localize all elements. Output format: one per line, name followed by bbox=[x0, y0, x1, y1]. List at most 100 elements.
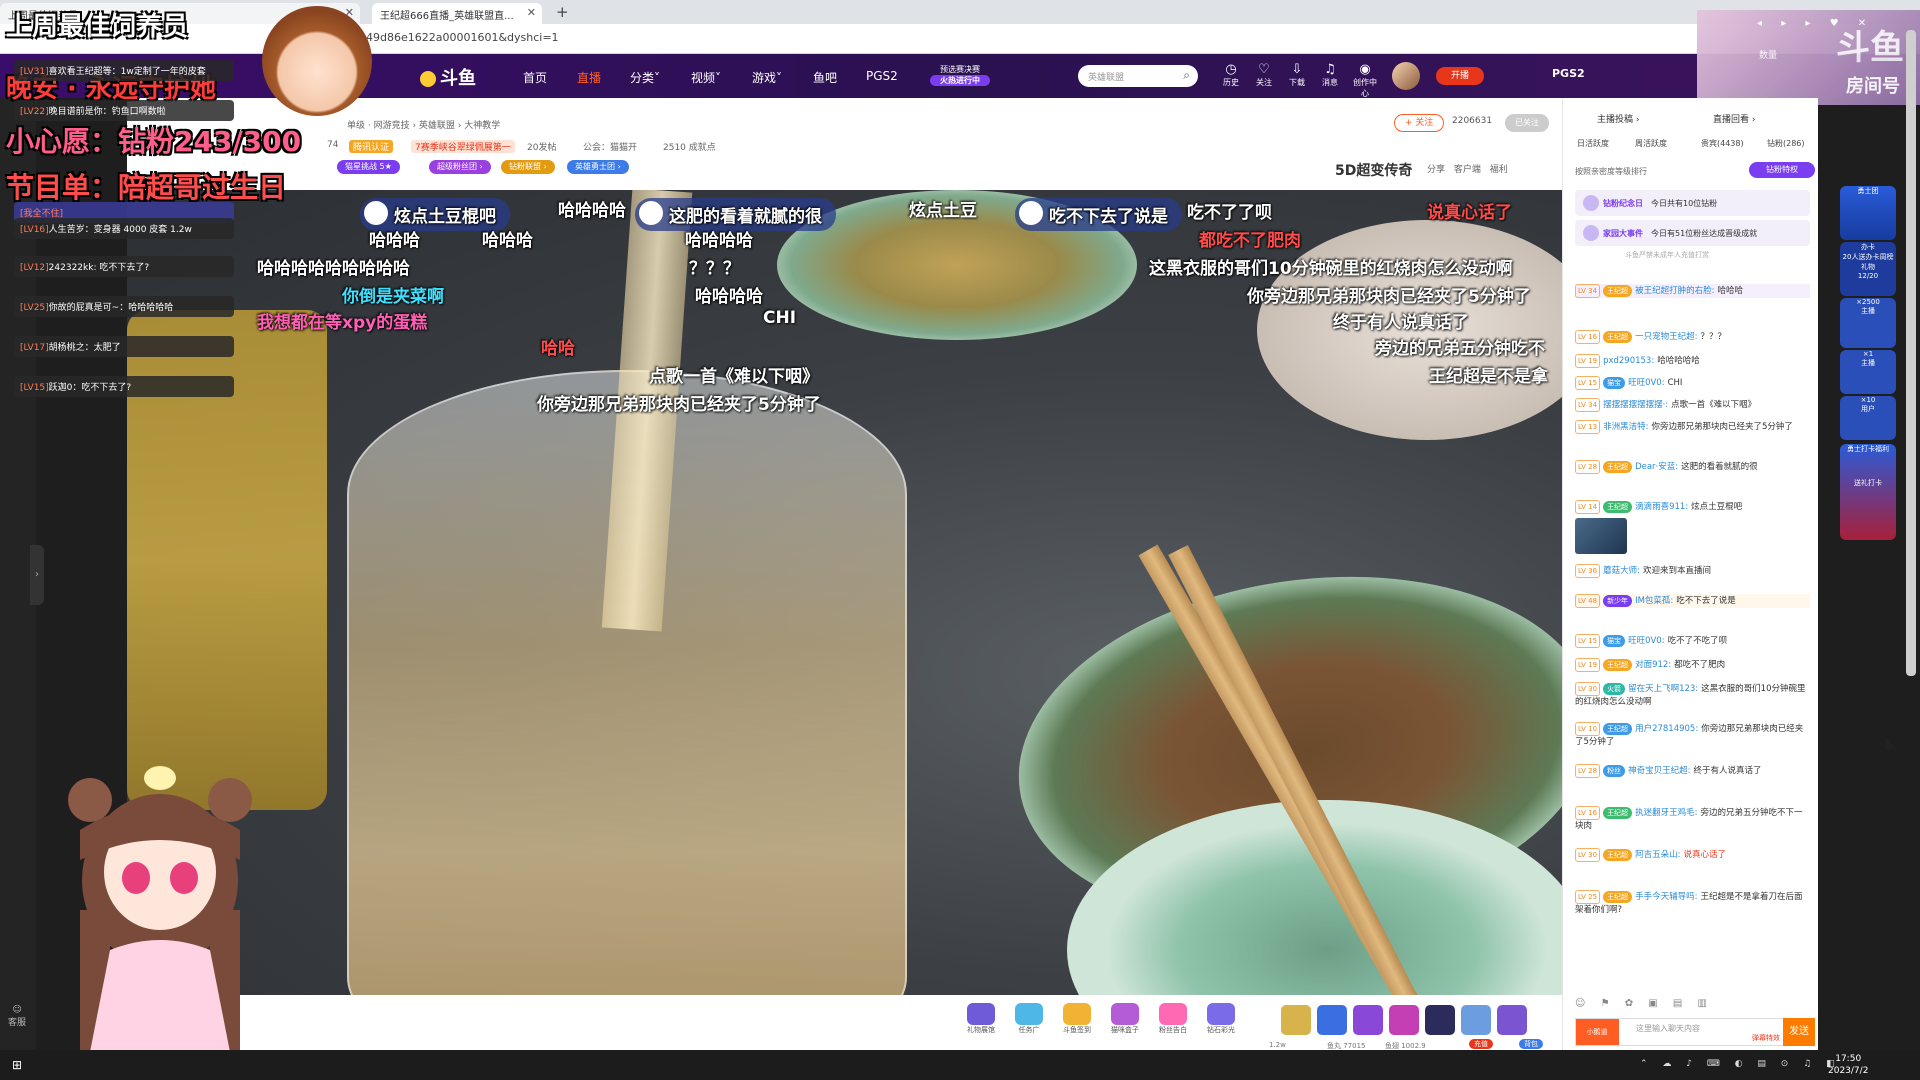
creator-button[interactable]: ◉ 创作中心 bbox=[1350, 62, 1380, 99]
gift-item[interactable]: 任务广 bbox=[1009, 1003, 1049, 1039]
checkin-badge[interactable]: 勇士打卡福利 送礼打卡 bbox=[1840, 444, 1896, 540]
diamond-fan-pill[interactable]: 钻粉联盟 › bbox=[501, 160, 555, 174]
history-button[interactable]: ◷ 历史 bbox=[1216, 62, 1246, 88]
windows-start-icon[interactable]: ⊞ bbox=[12, 1058, 22, 1072]
overlay-chat-item: [LV31]喜欢看王纪超等：1w定制了一年的皮套 bbox=[14, 60, 234, 81]
page-scrollbar[interactable] bbox=[1906, 30, 1916, 676]
chat-message: LV 10 王纪超 用户27814905: 你旁边那兄弟那块肉已经夹了5分钟了 bbox=[1575, 722, 1804, 747]
gift-icon[interactable] bbox=[1317, 1005, 1347, 1035]
user-avatar[interactable] bbox=[1392, 62, 1420, 90]
heart-icon: ♡ bbox=[1258, 62, 1270, 77]
gift-icon[interactable] bbox=[1389, 1005, 1419, 1035]
notice-event[interactable]: 家园大事件 今日有51位粉丝达成晋级成就 bbox=[1575, 220, 1810, 246]
system-tray-icons[interactable]: ⌃ ☁ ♪ ⌨ ◐ ▤ ⊙ ♫ ◧ bbox=[1640, 1059, 1841, 1069]
breadcrumb[interactable]: 单级 · 网游竞技 › 英雄联盟 › 大神教学 bbox=[347, 118, 500, 131]
chat-sticker-image bbox=[1575, 518, 1627, 554]
tab-anchor-posts[interactable]: 主播投稿 › bbox=[1597, 112, 1639, 125]
sidebar-toggle[interactable]: › bbox=[30, 545, 44, 605]
search-input[interactable]: 英雄联盟 ⌕ bbox=[1078, 65, 1198, 87]
share-tools[interactable]: 分享 客户端 福利 bbox=[1427, 162, 1508, 175]
followed-tag[interactable]: 已关注 bbox=[1505, 114, 1549, 132]
tab-replays[interactable]: 直播回看 › bbox=[1713, 112, 1755, 125]
achievement-points[interactable]: 2510 成就点 bbox=[663, 140, 716, 153]
close-icon[interactable]: ✕ bbox=[527, 6, 536, 19]
rank-badge-3[interactable]: ×10 用户 bbox=[1840, 396, 1896, 440]
browser-tab-2[interactable]: 王纪超666直播_英雄联盟直... ✕ bbox=[372, 3, 542, 24]
customer-service-button[interactable]: ☺ 客服 bbox=[8, 1005, 26, 1028]
gift-item[interactable]: 斗鱼签到 bbox=[1057, 1003, 1097, 1039]
warrior-group-badge[interactable]: 勇士团 bbox=[1840, 186, 1896, 240]
danmu-item: 我想都在等xpy的蛋糕 bbox=[257, 313, 428, 333]
pgs2-logo[interactable]: PGS2 bbox=[1552, 67, 1585, 80]
start-stream-button[interactable]: 开播 bbox=[1436, 67, 1484, 85]
overlay-wish: 小心愿：钻粉243/300 bbox=[6, 125, 302, 158]
nav-game[interactable]: 游戏˅ bbox=[752, 69, 782, 86]
gift-item[interactable]: 粉丝告白 bbox=[1153, 1003, 1193, 1039]
send-button[interactable]: 发送 bbox=[1783, 1018, 1815, 1046]
gift-icon[interactable] bbox=[1353, 1005, 1383, 1035]
tab-daily-rank[interactable]: 日活跃度 bbox=[1577, 138, 1609, 149]
gift-item[interactable]: 猫咪盒子 bbox=[1105, 1003, 1145, 1039]
chat-message: LV 28 粉丝 神奇宝贝王纪超: 终于有人说真话了 bbox=[1575, 764, 1810, 778]
fanclub-pill[interactable]: 超级粉丝团 › bbox=[429, 160, 491, 174]
recharge-button[interactable]: 充值 bbox=[1469, 1039, 1493, 1049]
overlay-chat-item: [LV17]胡杨桃之：太肥了 bbox=[14, 336, 234, 357]
notice-anniversary[interactable]: 钻粉纪念日 今日共有10位钻粉 bbox=[1575, 190, 1810, 216]
danmu-item: 哈哈 bbox=[541, 339, 575, 359]
nav-category[interactable]: 分类˅ bbox=[630, 69, 660, 86]
video-player[interactable]: 炫点土豆棍吧 这肥的看着就腻的很 吃不下去了说是 哈哈哈哈 炫点土豆 吃不了了呗… bbox=[127, 190, 1562, 995]
chat-message: LV 19 pxd290153: 哈哈哈哈哈 bbox=[1575, 354, 1810, 368]
tab-vip[interactable]: 贵宾(4438) bbox=[1701, 138, 1744, 149]
chat-input[interactable]: 这里输入聊天内容 弹幕特效 bbox=[1575, 1018, 1785, 1046]
promo-badge[interactable]: 预选赛决赛 火热进行中 bbox=[930, 64, 990, 86]
giftbar-stat: 1.2w bbox=[1269, 1041, 1286, 1049]
site-logo[interactable]: 斗鱼 bbox=[420, 64, 476, 90]
nav-live[interactable]: 直播 bbox=[577, 69, 601, 86]
follow-button[interactable]: + 关注 bbox=[1394, 114, 1444, 132]
corner-label: 数量 bbox=[1759, 51, 1778, 61]
backpack-button[interactable]: 背包 bbox=[1519, 1039, 1543, 1049]
gift-icon[interactable] bbox=[1425, 1005, 1455, 1035]
danmu-item: 哈哈哈哈 bbox=[685, 231, 753, 251]
vtuber-avatar-image bbox=[68, 766, 252, 1052]
danmu-item: ？？？ bbox=[689, 259, 740, 279]
rank-badge-1[interactable]: ×2500 主播 bbox=[1840, 298, 1896, 348]
message-button[interactable]: ♫ 消息 bbox=[1315, 62, 1345, 88]
danmu-item: CHI bbox=[763, 308, 797, 328]
chat-message: LV 25 王纪超 手手今天辅导吗: 王纪超是不是拿着刀在后面架着你们啊? bbox=[1575, 890, 1803, 915]
overlay-program: 节目单：陪超哥过生日 bbox=[6, 171, 287, 204]
card-badge[interactable]: 办卡 20人送办卡周榜礼物 12/20 bbox=[1840, 242, 1896, 296]
rank-badge-2[interactable]: ×1 主播 bbox=[1840, 350, 1896, 394]
system-clock[interactable]: 17:50 2023/7/2 bbox=[1828, 1053, 1868, 1077]
posts-count[interactable]: 20发帖 bbox=[527, 140, 556, 153]
certified-badge: 腾讯认证 bbox=[349, 140, 394, 153]
warrior-group-pill[interactable]: 英雄勇士团 › bbox=[567, 160, 629, 174]
gift-icon[interactable] bbox=[1461, 1005, 1491, 1035]
follow-button[interactable]: ♡ 关注 bbox=[1249, 62, 1279, 88]
danmu-item: 你倒是夹菜啊 bbox=[342, 287, 444, 307]
gift-item[interactable]: 礼物展馆 bbox=[961, 1003, 1001, 1039]
search-icon[interactable]: ⌕ bbox=[1183, 68, 1190, 83]
rank-badge[interactable]: 7赛季峡谷翠绿佩展第一 bbox=[411, 140, 515, 153]
nav-yuba[interactable]: 鱼吧 bbox=[813, 69, 837, 86]
gift-item[interactable]: 钻石彩光 bbox=[1201, 1003, 1241, 1039]
nav-home[interactable]: 首页 bbox=[523, 69, 547, 86]
stream-stat: 74 bbox=[327, 140, 339, 150]
tab-weekly-rank[interactable]: 周活跃度 bbox=[1635, 138, 1667, 149]
danmu-item: 这黑衣服的哥们10分钟碗里的红烧肉怎么没动啊 bbox=[1149, 259, 1513, 279]
guild-info[interactable]: 公会：猫猫开 bbox=[583, 140, 637, 153]
chat-message: LV 15 猫宝 旺旺0V0: 吃不了不吃了呗 bbox=[1575, 634, 1810, 648]
download-button[interactable]: ⇩ 下载 bbox=[1282, 62, 1312, 88]
gift-icon[interactable] bbox=[1281, 1005, 1311, 1035]
mouse-cursor-icon bbox=[1880, 734, 1896, 752]
chat-tools[interactable]: ☺ ⚑ ✿ ▣ ▤ ▥ bbox=[1575, 998, 1713, 1009]
new-tab-icon[interactable]: + bbox=[556, 3, 569, 21]
nav-video[interactable]: 视频˅ bbox=[691, 69, 721, 86]
diamond-privilege-button[interactable]: 钻粉特权 bbox=[1749, 162, 1815, 178]
tab-diamond-fans[interactable]: 钻粉(286) bbox=[1767, 138, 1805, 149]
gift-icon[interactable] bbox=[1497, 1005, 1527, 1035]
challenge-pill[interactable]: 猫星挑战 5★ bbox=[337, 160, 400, 174]
ad-title[interactable]: 5D超变传奇 bbox=[1335, 160, 1412, 180]
nav-pgs2[interactable]: PGS2 bbox=[866, 69, 898, 83]
url-text[interactable]: 1149d86e1622a00001601&dyshci=1 bbox=[352, 31, 559, 44]
